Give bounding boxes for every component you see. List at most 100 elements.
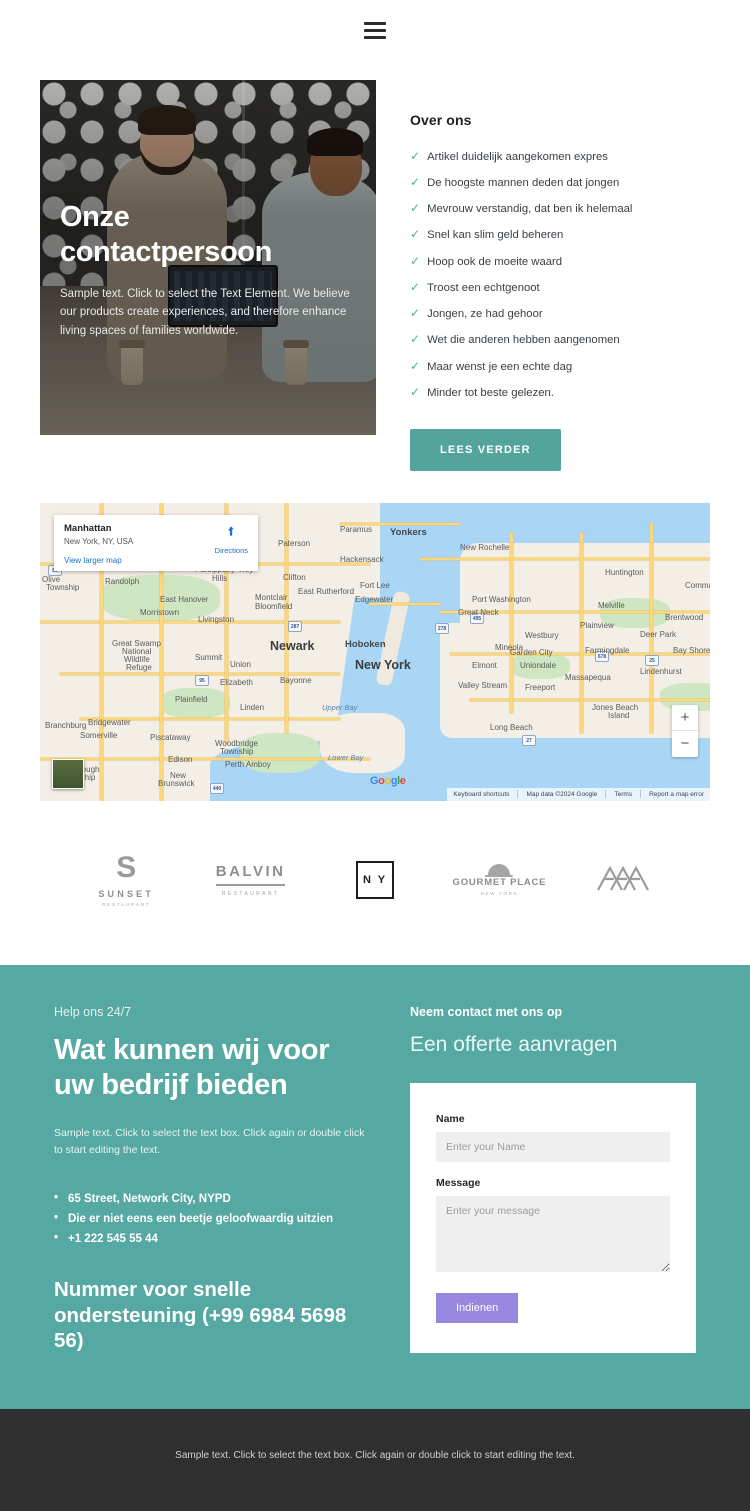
name-label: Name xyxy=(436,1112,465,1125)
map-place-label: Melville xyxy=(598,600,625,610)
check-icon: ✓ xyxy=(410,201,421,215)
map-place-label: Bridgewater xyxy=(88,717,131,727)
zoom-out-button[interactable]: − xyxy=(672,731,698,757)
contact-form: Name Message Indienen xyxy=(410,1082,696,1353)
ny-logo[interactable]: N Y xyxy=(313,860,437,899)
about-list-item: ✓ Snel kan slim geld beheren xyxy=(410,223,710,249)
message-label: Message xyxy=(436,1176,481,1189)
about-list-item: ✓ Minder tot beste gelezen. xyxy=(410,380,710,406)
map-place-label: Branchburg xyxy=(45,720,87,730)
partner-logos: S SUNSET RESTAURANT BALVIN RESTAURANT N … xyxy=(0,801,750,965)
map-place-label: Montclair xyxy=(255,592,288,602)
hero-title-line-1: Onze xyxy=(60,201,130,233)
about-list-label: Mevrouw verstandig, dat ben ik helemaal xyxy=(427,203,633,215)
cta-section: Help ons 24/7 Wat kunnen wij voor uw bed… xyxy=(0,964,750,1410)
map-road xyxy=(285,502,288,733)
site-header xyxy=(0,0,750,60)
highway-shield-icon: 95 xyxy=(195,674,209,686)
about-list-item: ✓ Hoop ook de moeite waard xyxy=(410,249,710,275)
hamburger-icon[interactable] xyxy=(364,21,386,39)
about-list-label: Minder tot beste gelezen. xyxy=(427,386,554,399)
about-list-label: Troost een echtgenoot xyxy=(427,281,540,294)
map-place-label: Livingston xyxy=(198,614,235,624)
gourmet-place-logo[interactable]: GOURMET PLACE NEW YORK xyxy=(437,863,561,896)
hero-title-line-2: contactpersoon xyxy=(60,236,272,269)
map-place-label: Westbury xyxy=(525,630,559,640)
about-list-label: Wet die anderen hebben aangenomen xyxy=(427,334,620,347)
map-attribution-link[interactable]: Map data ©2024 Google xyxy=(526,791,597,798)
map-place-label: Morristown xyxy=(140,607,180,617)
map-road xyxy=(650,522,653,733)
about-list-item: ✓ De hoogste mannen deden dat jongen xyxy=(410,170,710,196)
cta-eyebrow: Help ons 24/7 xyxy=(54,1004,132,1019)
gourmet-name: GOURMET PLACE xyxy=(452,876,547,888)
map-road xyxy=(420,557,710,560)
sunset-name: SUNSET xyxy=(98,888,155,899)
message-input[interactable] xyxy=(436,1195,670,1272)
map-attribution-link[interactable]: Report a map error xyxy=(649,791,704,798)
map-info-card[interactable]: Manhattan New York, NY, USA View larger … xyxy=(54,514,258,571)
about-list-item: ✓ Mevrouw verstandig, dat ben ik helemaal xyxy=(410,197,710,223)
map-zoom-controls[interactable]: + − xyxy=(672,704,698,757)
check-icon: ✓ xyxy=(410,253,421,268)
directions-icon xyxy=(228,525,235,536)
map-place-label: Hills xyxy=(212,573,228,583)
check-icon: ✓ xyxy=(410,358,421,373)
check-icon: ✓ xyxy=(410,279,421,294)
cta-contact-list: 65 Street, Network City, NYPDDie er niet… xyxy=(54,1189,370,1249)
map-place-label: Elmont xyxy=(472,660,497,670)
google-map[interactable]: 80 287 95 495 278 678 25 27 440 Paramus Yonkers Ne… xyxy=(40,502,710,801)
about-list-label: Maar wenst je een echte dag xyxy=(427,360,573,373)
map-place-label: Freeport xyxy=(525,682,556,692)
balvin-logo[interactable]: BALVIN RESTAURANT xyxy=(188,863,312,897)
read-more-button[interactable]: LEES VERDER xyxy=(410,428,561,471)
map-place-label: Piscataway xyxy=(150,732,191,742)
map-place-label: Garden City xyxy=(510,647,553,657)
directions-button[interactable]: Directions xyxy=(215,524,248,558)
map-place-label: Lindenhurst xyxy=(640,666,682,676)
map-place-label: Fort Lee xyxy=(360,580,390,590)
highway-shield-icon: 25 xyxy=(645,654,659,666)
map-place-label: Edgewater xyxy=(355,594,394,604)
sunset-logo[interactable]: S SUNSET RESTAURANT xyxy=(64,852,188,907)
map-place-label: Edison xyxy=(168,754,193,764)
about-list-label: Hoop ook de moeite waard xyxy=(427,255,563,268)
zoom-in-button[interactable]: + xyxy=(672,705,698,731)
map-place-label: Great Neck xyxy=(458,607,499,617)
map-attribution-link[interactable]: Keyboard shortcuts xyxy=(453,791,509,798)
view-larger-map-link[interactable]: View larger map xyxy=(64,556,122,565)
page-root: Onze contactpersoon Sample text. Click t… xyxy=(0,0,750,1511)
cta-right-column: Neem contact met ons op Een offerte aanv… xyxy=(410,1005,696,1354)
mountain-peaks-icon xyxy=(596,865,649,891)
submit-button[interactable]: Indienen xyxy=(436,1292,519,1323)
name-input[interactable] xyxy=(436,1131,670,1162)
map-place-label: Port Washington xyxy=(472,594,531,604)
map-attribution-link[interactable]: Terms xyxy=(614,791,632,798)
map-place-label: Newark xyxy=(270,638,315,653)
map-place-label: Bloomfield xyxy=(255,601,293,611)
map-road xyxy=(510,532,513,713)
form-eyebrow: Neem contact met ons op xyxy=(410,1004,563,1019)
hamburger-bar xyxy=(364,35,386,39)
map-place-label: Long Beach xyxy=(490,722,533,732)
map-place-label: Bay Shore xyxy=(673,645,710,655)
cloche-icon xyxy=(485,863,514,877)
map-place-label: East Hanover xyxy=(160,594,209,604)
about-heading: Over ons xyxy=(410,112,472,128)
satellite-view-thumbnail[interactable] xyxy=(52,758,84,789)
map-place-label: Clifton xyxy=(283,572,306,582)
map-place-label: Commack xyxy=(685,580,710,590)
map-place-label: Hoboken xyxy=(345,638,386,650)
map-place-label: Plainfield xyxy=(175,694,208,704)
map-place-label: Refuge xyxy=(126,662,152,672)
cta-contact-item: +1 222 545 55 44 xyxy=(54,1229,370,1249)
map-place-label: Hackensack xyxy=(340,554,384,564)
mountain-logo[interactable] xyxy=(562,862,686,897)
map-place-label: Somerville xyxy=(80,730,118,740)
ny-label: N Y xyxy=(362,873,388,886)
map-place-label: New York xyxy=(355,657,411,672)
map-place-label: Farmingdale xyxy=(585,645,630,655)
check-icon: ✓ xyxy=(410,148,421,163)
map-place-label: Summit xyxy=(195,652,223,662)
highway-shield-icon: 27 xyxy=(522,734,536,746)
